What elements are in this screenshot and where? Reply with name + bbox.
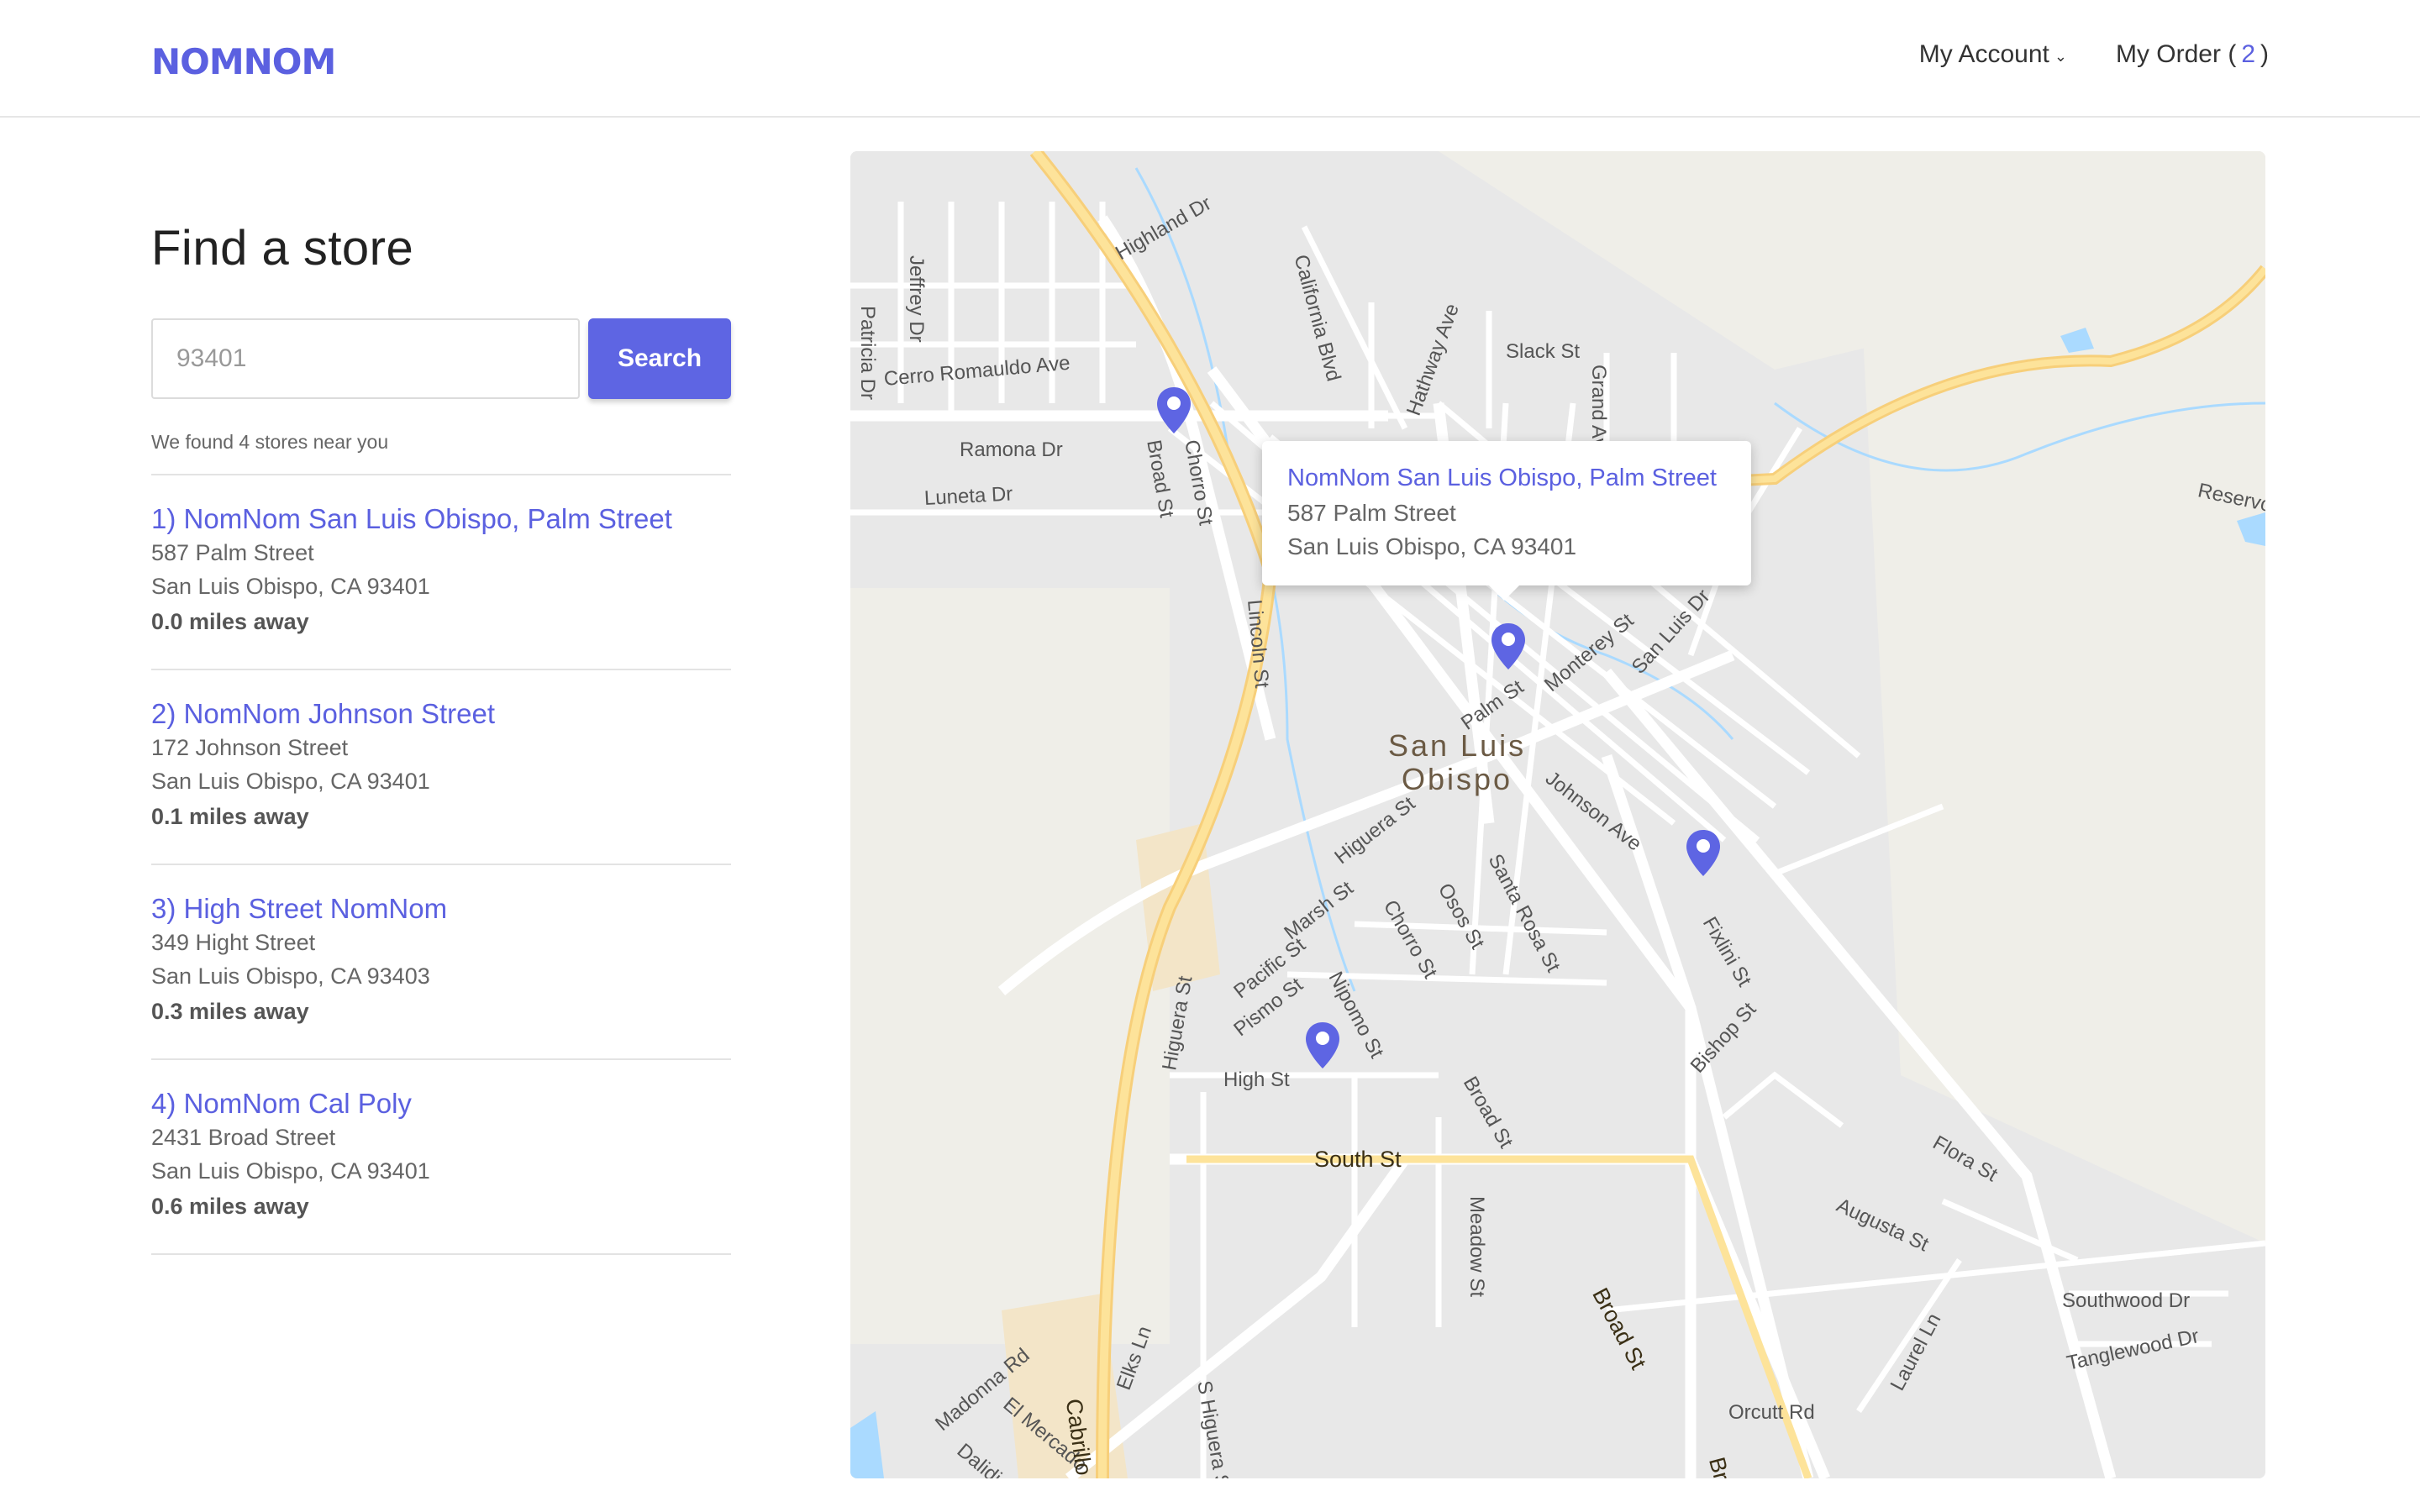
store-street: 172 Johnson Street [151, 735, 349, 760]
map-street-label: Slack St [1506, 340, 1581, 363]
popup-store-name[interactable]: NomNom San Luis Obispo, Palm Street [1287, 459, 1726, 496]
store-city: San Luis Obispo, CA 93403 [151, 963, 430, 989]
store-street: 2431 Broad Street [151, 1125, 336, 1150]
map-city-label-line: Obispo [1402, 762, 1513, 796]
map-marker-pin-icon[interactable] [1490, 622, 1527, 671]
map-terrain [850, 588, 1170, 1344]
map-street-label: Southwood Dr [2062, 1289, 2191, 1312]
my-account-menu[interactable]: My Account ⌄ [1919, 40, 2067, 69]
map-street-label: Luneta Dr [923, 482, 1013, 510]
my-order-link[interactable]: My Order (2) [2116, 40, 2269, 69]
store-list-item: 1) NomNom San Luis Obispo, Palm Street 5… [151, 475, 731, 670]
store-street: 587 Palm Street [151, 540, 314, 565]
store-info-popup: NomNom San Luis Obispo, Palm Street 587 … [1262, 441, 1751, 601]
popup-street: 587 Palm Street [1287, 500, 1456, 526]
zip-search-input[interactable] [151, 318, 580, 399]
map-street-label: Patricia Dr [856, 306, 879, 401]
site-header: NOMNOM My Account ⌄ My Order (2) [0, 0, 2420, 118]
map-marker-pin-icon[interactable] [1155, 386, 1192, 435]
page-title: Find a store [151, 221, 414, 276]
search-button[interactable]: Search [588, 318, 731, 399]
map-street-label: Orcutt Rd [1728, 1401, 1815, 1424]
svg-text:NOMNOM: NOMNOM [151, 44, 335, 77]
order-count-badge: 2 [2241, 40, 2255, 68]
store-name-link[interactable]: 2) NomNom Johnson Street [151, 697, 731, 731]
my-order-label: My Order ( [2115, 40, 2237, 68]
store-street: 349 Hight Street [151, 930, 316, 955]
map-street-label: South St [1314, 1147, 1402, 1172]
map-marker-pin-icon[interactable] [1685, 829, 1722, 878]
store-distance: 0.0 miles away [151, 609, 309, 634]
my-order-close: ) [2260, 40, 2269, 68]
store-distance: 0.3 miles away [151, 999, 309, 1024]
store-list-item: 4) NomNom Cal Poly 2431 Broad Street San… [151, 1060, 731, 1255]
map-city-label-line: San Luis [1388, 728, 1527, 763]
results-summary: We found 4 stores near you [151, 431, 731, 475]
map-city-label: San Luis Obispo [1388, 729, 1526, 796]
store-distance: 0.6 miles away [151, 1194, 309, 1219]
store-city: San Luis Obispo, CA 93401 [151, 769, 430, 794]
store-name-link[interactable]: 4) NomNom Cal Poly [151, 1087, 731, 1121]
store-city: San Luis Obispo, CA 93401 [151, 1158, 430, 1184]
store-city: San Luis Obispo, CA 93401 [151, 574, 430, 599]
popup-city: San Luis Obispo, CA 93401 [1287, 533, 1577, 559]
chevron-down-icon: ⌄ [2054, 47, 2067, 65]
store-name-link[interactable]: 1) NomNom San Luis Obispo, Palm Street [151, 502, 731, 536]
map-street-label: Meadow St [1465, 1196, 1488, 1298]
top-nav: My Account ⌄ My Order (2) [1919, 40, 2269, 69]
store-list-item: 3) High Street NomNom 349 Hight Street S… [151, 865, 731, 1060]
store-name-link[interactable]: 3) High Street NomNom [151, 892, 731, 926]
store-finder-panel: Find a store Search We found 4 stores ne… [151, 220, 731, 1255]
store-list-item: 2) NomNom Johnson Street 172 Johnson Str… [151, 670, 731, 865]
nomnom-logo[interactable]: NOMNOM [151, 44, 361, 77]
store-map[interactable]: Highland Dr Jeffrey Dr Patricia Dr Calif… [850, 151, 2265, 1478]
my-account-label: My Account [1918, 40, 2049, 68]
map-street-label: High St [1223, 1068, 1290, 1091]
store-distance: 0.1 miles away [151, 804, 309, 829]
map-street-label: Jeffrey Dr [905, 255, 928, 343]
logo-wordmark: NOMNOM [151, 44, 336, 77]
map-marker-pin-icon[interactable] [1304, 1021, 1341, 1070]
map-street-label: Ramona Dr [960, 438, 1063, 461]
search-form: Search [151, 318, 731, 399]
